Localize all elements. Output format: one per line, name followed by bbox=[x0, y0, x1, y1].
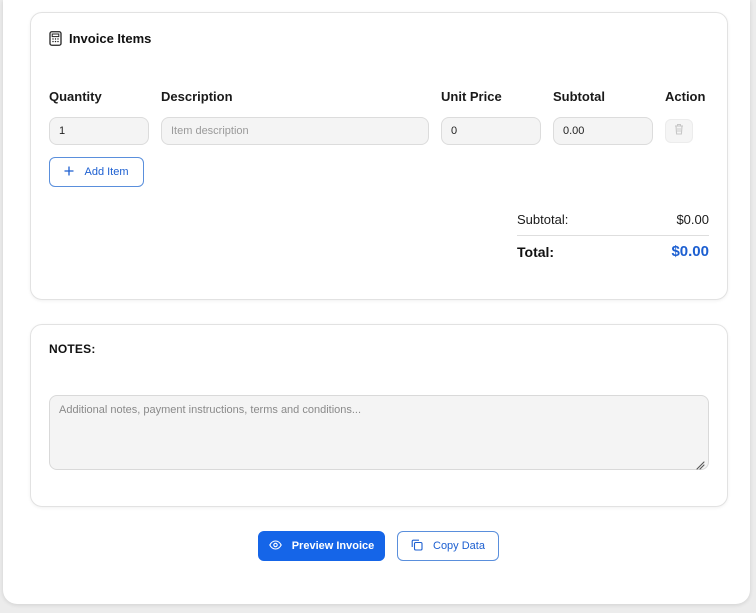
resize-handle-icon[interactable] bbox=[695, 457, 705, 470]
unit-price-input[interactable] bbox=[441, 117, 541, 145]
total-label: Total: bbox=[517, 243, 555, 260]
copy-icon bbox=[411, 539, 423, 554]
notes-card: NOTES: bbox=[30, 324, 728, 507]
subtotal-value: $0.00 bbox=[676, 212, 709, 227]
plus-icon bbox=[64, 165, 75, 179]
subtotal-row: Subtotal: $0.00 bbox=[517, 212, 709, 227]
notes-title: NOTES: bbox=[49, 342, 96, 356]
subtotal-field bbox=[553, 117, 653, 145]
preview-invoice-label: Preview Invoice bbox=[291, 540, 375, 552]
summary-divider bbox=[517, 235, 709, 236]
column-description: Description bbox=[161, 89, 233, 104]
column-quantity: Quantity bbox=[49, 89, 102, 104]
add-item-button[interactable]: Add Item bbox=[49, 157, 144, 187]
invoice-items-title: Invoice Items bbox=[69, 31, 152, 46]
calculator-icon bbox=[49, 31, 62, 46]
column-unit-price: Unit Price bbox=[441, 89, 502, 104]
notes-textarea[interactable] bbox=[49, 395, 709, 470]
invoice-items-header: Invoice Items bbox=[49, 31, 151, 46]
add-item-label: Add Item bbox=[84, 166, 129, 178]
total-value: $0.00 bbox=[671, 243, 709, 260]
subtotal-label: Subtotal: bbox=[517, 212, 569, 227]
total-row: Total: $0.00 bbox=[517, 243, 709, 260]
copy-data-button[interactable]: Copy Data bbox=[397, 531, 499, 561]
invoice-items-card: Invoice Items Quantity Description Unit … bbox=[30, 12, 728, 300]
invoice-panel: Invoice Items Quantity Description Unit … bbox=[3, 0, 750, 604]
description-input[interactable] bbox=[161, 117, 429, 145]
delete-item-button[interactable] bbox=[665, 119, 693, 143]
preview-invoice-button[interactable]: Preview Invoice bbox=[258, 531, 385, 561]
trash-icon bbox=[674, 122, 684, 140]
quantity-input[interactable] bbox=[49, 117, 149, 145]
column-subtotal: Subtotal bbox=[553, 89, 605, 104]
copy-data-label: Copy Data bbox=[433, 540, 485, 552]
column-action: Action bbox=[665, 89, 706, 104]
eye-icon bbox=[268, 539, 282, 553]
